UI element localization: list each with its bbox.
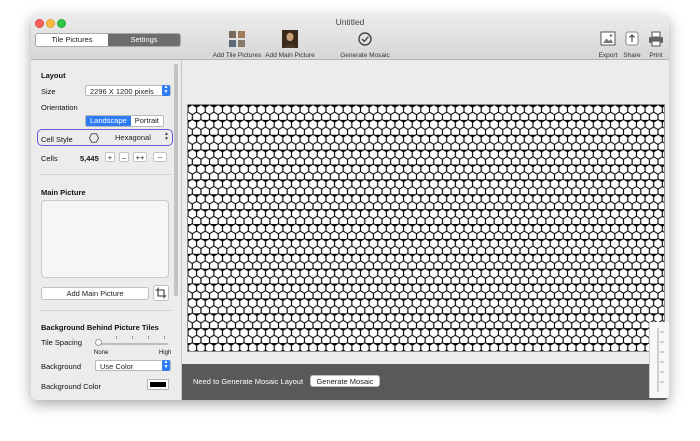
cells-decrease-button[interactable]: – (119, 152, 129, 162)
tile-spacing-slider[interactable] (98, 343, 168, 345)
portrait-picture-icon (282, 30, 298, 48)
slider-tick (164, 336, 165, 339)
zoom-ruler[interactable] (649, 322, 669, 398)
tile-spacing-label: Tile Spacing (41, 338, 82, 347)
cell-style-label: Cell Style (41, 135, 73, 144)
tab-tile-pictures[interactable]: Tile Pictures (36, 34, 108, 46)
size-select-arrows-icon: ▲ ▼ (162, 84, 170, 96)
slider-max-label: High (159, 350, 172, 356)
sidebar-tab-switcher: Tile Pictures Settings (35, 33, 181, 47)
orientation-landscape[interactable]: Landscape (86, 116, 131, 126)
sidebar-scrollbar[interactable] (174, 64, 178, 296)
slider-tick (148, 336, 149, 339)
section-divider (41, 174, 171, 175)
layout-heading: Layout (41, 71, 66, 80)
window-title: Untitled (335, 17, 365, 27)
orientation-toggle: Landscape Portrait (85, 115, 164, 127)
add-tile-pictures-label: Add Tile Pictures (212, 52, 262, 59)
orientation-portrait[interactable]: Portrait (130, 116, 163, 126)
tab-settings[interactable]: Settings (108, 34, 180, 46)
cells-increase-button[interactable]: + (105, 152, 115, 162)
export-label: Export (598, 52, 618, 59)
size-select[interactable]: 2296 X 1200 pixels ▲ ▼ (85, 85, 171, 96)
add-tile-pictures-button[interactable]: Add Tile Pictures (211, 30, 263, 59)
cell-style-select[interactable]: Hexagonal ▲ ▼ (85, 132, 171, 143)
generate-mosaic-label: Generate Mosaic (340, 52, 390, 59)
main-picture-well[interactable] (41, 200, 169, 278)
mosaic-preview-area: Need to Generate Mosaic Layout Generate … (182, 60, 669, 400)
app-window: Untitled Tile Pictures Settings Add Tile… (31, 15, 669, 400)
share-button[interactable]: Share (620, 30, 644, 59)
size-label: Size (41, 87, 56, 96)
cell-style-arrows-icon: ▲ ▼ (164, 131, 169, 142)
hexagon-icon (89, 133, 99, 143)
settings-sidebar: Layout Size 2296 X 1200 pixels ▲ ▼ Orient… (31, 60, 182, 400)
crop-icon (155, 287, 167, 299)
cell-style-value: Hexagonal (115, 133, 151, 142)
print-label: Print (649, 52, 663, 59)
hexagon-grid-preview (187, 104, 665, 352)
add-main-picture-label: Add Main Picture (265, 52, 315, 59)
slider-min-label: None (94, 350, 109, 356)
background-select-arrows-icon: ▲ ▼ (162, 359, 170, 371)
background-color-well[interactable] (147, 379, 169, 390)
printer-icon (649, 31, 663, 47)
crop-button[interactable] (153, 285, 169, 301)
share-label: Share (623, 52, 641, 59)
orientation-label: Orientation (41, 103, 78, 112)
status-bar: Need to Generate Mosaic Layout Generate … (182, 364, 669, 400)
size-select-value: 2296 X 1200 pixels (90, 87, 154, 96)
background-color-label: Background Color (41, 382, 102, 391)
toolbar: Untitled Tile Pictures Settings Add Tile… (31, 15, 669, 60)
slider-tick (116, 336, 117, 339)
generate-mosaic-button[interactable]: Generate Mosaic (310, 375, 380, 387)
cells-increase-more-button[interactable]: ++ (133, 152, 147, 162)
checkmark-circle-icon (358, 32, 372, 46)
background-heading: Background Behind Picture Tiles (41, 323, 159, 332)
generate-mosaic-toolbar-button[interactable]: Generate Mosaic (338, 30, 392, 59)
background-select-value: Use Color (100, 362, 134, 371)
background-color-swatch (150, 382, 166, 387)
add-main-picture-button[interactable]: Add Main Picture (264, 30, 316, 59)
cells-decrease-more-button[interactable]: -- (153, 152, 167, 162)
main-picture-heading: Main Picture (41, 188, 86, 197)
section-divider (41, 310, 171, 311)
slider-tick (132, 336, 133, 339)
export-image-icon (600, 31, 616, 46)
tile-spacing-slider-knob[interactable] (95, 339, 102, 346)
export-button[interactable]: Export (595, 30, 621, 59)
share-icon (625, 31, 639, 46)
print-button[interactable]: Print (644, 30, 668, 59)
add-main-picture-sidebar-button[interactable]: Add Main Picture (41, 287, 149, 300)
tile-pictures-icon (229, 31, 245, 47)
background-label: Background (41, 362, 82, 371)
status-message: Need to Generate Mosaic Layout (193, 377, 304, 386)
cells-count: 5,445 (80, 154, 99, 163)
ruler-ticks (657, 328, 664, 392)
cells-label: Cells (41, 154, 58, 163)
background-select[interactable]: Use Color ▲ ▼ (95, 360, 171, 371)
